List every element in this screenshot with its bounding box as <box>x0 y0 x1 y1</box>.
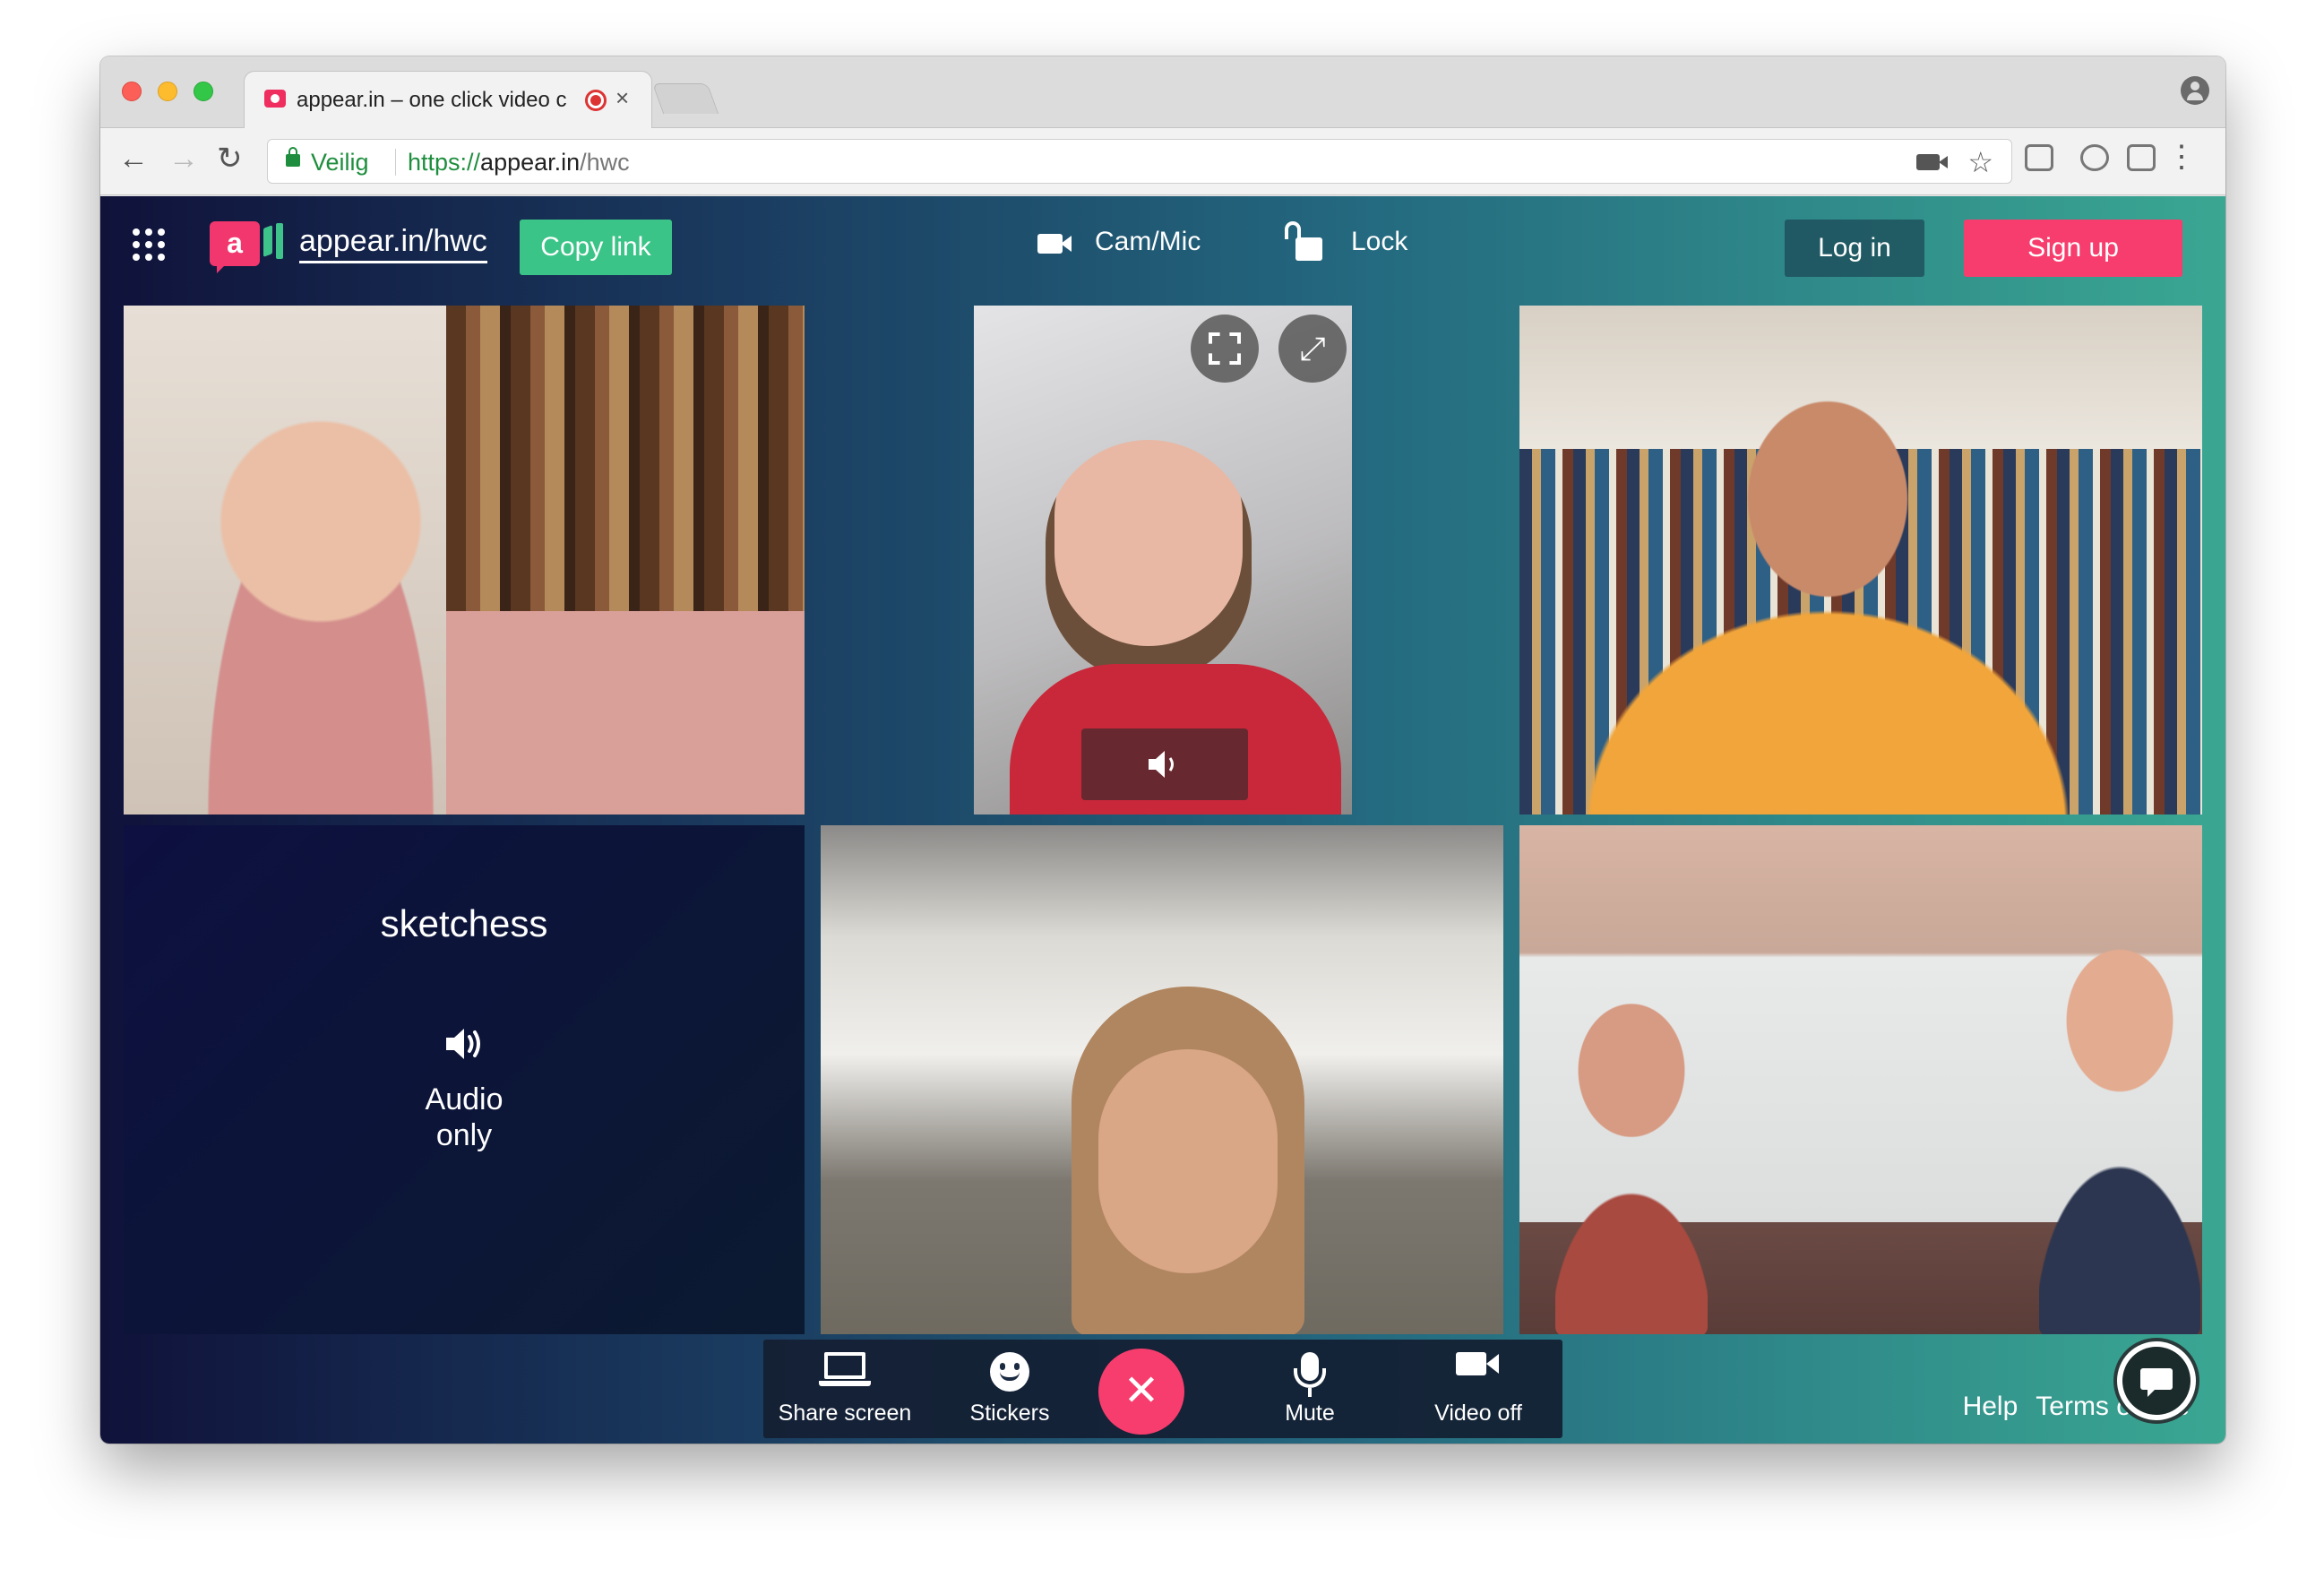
copy-link-button[interactable]: Copy link <box>520 220 672 275</box>
unlocked-padlock-icon <box>1285 221 1322 261</box>
appear-in-app: a appear.in/hwc Copy link Cam/Mic Lock L… <box>100 196 2225 1444</box>
room-name-link[interactable]: appear.in/hwc <box>299 223 487 263</box>
chat-button[interactable] <box>2113 1338 2199 1424</box>
browser-window: appear.in – one click video c × ← → ↻ Ve… <box>100 56 2225 1444</box>
hang-up-button[interactable]: ✕ <box>1098 1349 1184 1435</box>
login-button[interactable]: Log in <box>1785 220 1924 277</box>
audio-only-label: Audio only <box>124 1082 805 1153</box>
video-tile-participant[interactable] <box>1519 306 2202 815</box>
cam-mic-label: Cam/Mic <box>1095 227 1201 256</box>
address-bar[interactable]: Veilig https://appear.in/hwc ☆ <box>267 139 2012 184</box>
browser-toolbar: ← → ↻ Veilig https://appear.in/hwc ☆ ⋮ <box>100 128 2225 195</box>
mute-label: Mute <box>1285 1401 1335 1426</box>
url-text: https://appear.in/hwc <box>408 149 630 177</box>
expand-icon[interactable]: ⤢ <box>1278 315 1347 383</box>
mute-button[interactable]: Mute <box>1238 1340 1381 1438</box>
laptop-icon <box>819 1352 871 1386</box>
url-scheme: https:// <box>408 149 481 176</box>
video-camera-icon <box>1456 1352 1499 1375</box>
appear-in-favicon-icon <box>264 90 286 108</box>
apps-grid-icon[interactable] <box>133 228 165 261</box>
audio-only-text: Audio only <box>425 1082 504 1152</box>
bookmark-star-icon[interactable]: ☆ <box>1967 145 1993 179</box>
speaker-icon <box>1149 751 1174 778</box>
video-tile-self[interactable]: ⤢ <box>974 306 1352 815</box>
new-tab-button[interactable] <box>651 83 719 114</box>
participant-name: sketchess <box>380 902 548 944</box>
microphone-icon <box>1294 1352 1326 1397</box>
tab-title: appear.in – one click video c <box>297 88 567 112</box>
signup-button[interactable]: Sign up <box>1964 220 2182 277</box>
secure-label: Veilig <box>311 149 369 176</box>
fullscreen-icon[interactable] <box>1191 315 1259 383</box>
forward-arrow-icon[interactable]: → <box>168 141 199 177</box>
address-separator <box>395 149 396 176</box>
logo-letter: a <box>227 227 243 259</box>
maximize-window-button[interactable] <box>194 82 213 101</box>
extension-icon[interactable] <box>2080 144 2109 171</box>
volume-control[interactable] <box>1081 728 1248 800</box>
extension-appear-icon[interactable] <box>2127 144 2156 171</box>
close-window-button[interactable] <box>122 82 142 101</box>
recording-indicator-icon <box>585 90 607 111</box>
lock-label: Lock <box>1351 227 1408 256</box>
video-tile-participant[interactable] <box>124 306 805 815</box>
reload-icon[interactable]: ↻ <box>217 141 243 177</box>
cast-icon[interactable] <box>2025 144 2053 171</box>
audio-only-tile[interactable]: sketchess Audio only <box>124 825 805 1334</box>
tab-strip: appear.in – one click video c × <box>100 56 2225 129</box>
video-tile-participant[interactable] <box>1519 825 2202 1334</box>
back-arrow-icon[interactable]: ← <box>118 141 149 177</box>
smiley-icon <box>990 1352 1029 1392</box>
video-camera-icon <box>1037 234 1072 254</box>
appear-in-logo[interactable]: a <box>210 221 260 273</box>
logo-accent <box>263 225 272 257</box>
share-screen-button[interactable]: Share screen <box>769 1340 921 1438</box>
secure-lock-icon <box>286 147 300 167</box>
app-header: a appear.in/hwc Copy link Cam/Mic Lock L… <box>100 196 2225 286</box>
profile-icon[interactable] <box>2181 76 2209 105</box>
close-tab-icon[interactable]: × <box>615 84 629 112</box>
browser-tab[interactable]: appear.in – one click video c × <box>244 71 652 129</box>
help-link[interactable]: Help <box>1963 1392 2018 1421</box>
video-off-button[interactable]: Video off <box>1398 1340 1559 1438</box>
url-host: appear.in <box>480 149 581 176</box>
browser-menu-icon[interactable]: ⋮ <box>2166 139 2197 175</box>
speaker-icon <box>446 1029 480 1059</box>
url-path: /hwc <box>580 149 630 176</box>
stickers-label: Stickers <box>969 1401 1050 1426</box>
stickers-button[interactable]: Stickers <box>943 1340 1077 1438</box>
camera-in-use-icon[interactable] <box>1916 154 1948 170</box>
video-off-label: Video off <box>1434 1401 1522 1426</box>
minimize-window-button[interactable] <box>158 82 177 101</box>
share-screen-label: Share screen <box>778 1401 912 1426</box>
logo-accent <box>276 223 283 259</box>
chat-icon <box>2122 1347 2191 1415</box>
video-tile-participant[interactable] <box>821 825 1503 1334</box>
